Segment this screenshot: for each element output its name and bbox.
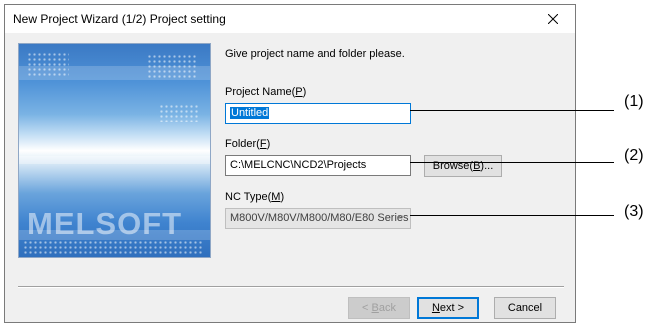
cancel-button[interactable]: Cancel [494,297,556,319]
separator [18,286,564,288]
chevron-down-icon: ⌄ [396,210,405,221]
folder-label: Folder(F) [225,138,271,150]
callout-line-2 [410,162,614,163]
callout-label-1: (1) [624,93,644,110]
browse-button[interactable]: Browse(B)... [424,155,502,177]
nc-type-value: M800V/M80V/M800/M80/E80 Series [230,212,409,224]
callout-line-1 [410,110,614,111]
callout-label-2: (2) [624,147,644,164]
window-title: New Project Wizard (1/2) Project setting [13,12,226,26]
next-button[interactable]: Next > [417,297,479,319]
callout-line-3 [410,215,614,216]
folder-value: C:\MELCNC\NCD2\Projects [230,159,367,171]
back-button[interactable]: < Back [348,297,410,319]
nc-type-select[interactable]: M800V/M80V/M800/M80/E80 Series ⌄ [225,208,411,229]
melsoft-banner-image: MELSOFT [18,43,211,258]
close-button[interactable] [531,5,575,33]
project-wizard-dialog: New Project Wizard (1/2) Project setting… [4,4,576,323]
callout-label-3: (3) [624,203,644,220]
close-icon [548,14,558,24]
project-name-value: Untitled [230,107,270,119]
instruction-text: Give project name and folder please. [225,48,405,60]
nc-type-label: NC Type(M) [225,191,285,203]
project-name-input[interactable]: Untitled [225,103,411,124]
title-bar[interactable]: New Project Wizard (1/2) Project setting [5,5,575,33]
melsoft-logo-text: MELSOFT [27,206,183,241]
project-name-label: Project Name(P) [225,86,307,98]
folder-input[interactable]: C:\MELCNC\NCD2\Projects [225,155,411,176]
